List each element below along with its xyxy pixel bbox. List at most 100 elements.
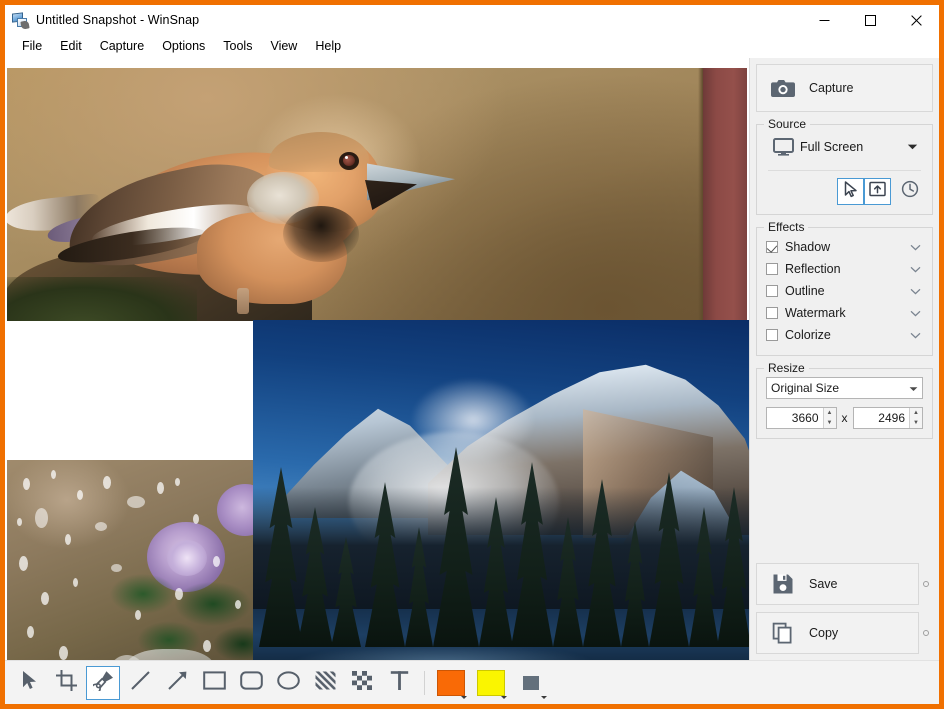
save-row: Save — [756, 563, 933, 605]
yosemite-winter-photo[interactable] — [253, 320, 749, 660]
resize-width-arrows[interactable]: ▲ ▼ — [823, 408, 836, 428]
cursor-arrow-icon — [21, 670, 38, 695]
camera-icon — [757, 78, 809, 99]
copy-options-dot-icon[interactable] — [919, 630, 933, 636]
reflection-expand-chevron-down-icon[interactable] — [907, 266, 923, 273]
arrow-tool[interactable] — [160, 666, 194, 700]
text-tool[interactable] — [382, 666, 416, 700]
source-selector[interactable]: Full Screen — [766, 133, 923, 161]
watermark-expand-chevron-down-icon[interactable] — [907, 310, 923, 317]
source-group: Source Full Screen — [756, 124, 933, 215]
floppy-disk-icon — [757, 573, 809, 595]
colorize-expand-chevron-down-icon[interactable] — [907, 332, 923, 339]
title-bar: Untitled Snapshot - WinSnap — [5, 5, 939, 35]
stepper-down-icon[interactable]: ▼ — [824, 418, 836, 428]
resize-preset-dropdown[interactable]: Original Size — [766, 377, 923, 399]
resize-width-stepper[interactable]: 3660 ▲ ▼ — [766, 407, 837, 429]
rounded-rectangle-icon — [240, 671, 263, 695]
main-body: Capture Source Full Screen — [5, 58, 939, 660]
chevron-down-icon[interactable] — [901, 143, 923, 151]
effect-row-watermark[interactable]: Watermark — [766, 302, 923, 324]
effect-row-outline[interactable]: Outline — [766, 280, 923, 302]
effect-row-reflection[interactable]: Reflection — [766, 258, 923, 280]
foreground-color-picker[interactable] — [433, 666, 469, 700]
window-controls — [801, 5, 939, 35]
pixelate-tool[interactable] — [345, 666, 379, 700]
app-window: Untitled Snapshot - WinSnap File — [0, 0, 944, 709]
hatch-fill-icon — [315, 671, 336, 695]
minimize-button[interactable] — [801, 5, 847, 35]
resize-height-stepper[interactable]: 2496 ▲ ▼ — [853, 407, 924, 429]
colorize-checkbox[interactable] — [766, 329, 778, 341]
colorize-label: Colorize — [785, 328, 907, 342]
menu-item-tools[interactable]: Tools — [214, 36, 261, 56]
effect-row-colorize[interactable]: Colorize — [766, 324, 923, 346]
clock-icon — [901, 180, 919, 203]
shadow-checkbox[interactable] — [766, 241, 778, 253]
rounded-rectangle-tool[interactable] — [234, 666, 268, 700]
rain-glass-roses-photo[interactable] — [7, 460, 257, 660]
line-width-picker[interactable] — [513, 666, 549, 700]
line-width-dropdown-icon[interactable] — [541, 696, 547, 699]
line-tool[interactable] — [123, 666, 157, 700]
menu-item-options[interactable]: Options — [153, 36, 214, 56]
rectangle-icon — [203, 671, 226, 695]
foreground-color-swatch[interactable] — [437, 670, 465, 696]
outline-checkbox[interactable] — [766, 285, 778, 297]
ellipse-icon — [277, 671, 300, 695]
crop-tool[interactable] — [49, 666, 83, 700]
menu-item-help[interactable]: Help — [306, 36, 350, 56]
background-color-swatch[interactable] — [477, 670, 505, 696]
background-color-picker[interactable] — [473, 666, 509, 700]
line-icon — [130, 670, 151, 696]
monitor-icon — [766, 138, 800, 156]
ellipse-tool[interactable] — [271, 666, 305, 700]
outline-expand-chevron-down-icon[interactable] — [907, 288, 923, 295]
background-color-dropdown-icon[interactable] — [501, 696, 507, 699]
foreground-color-dropdown-icon[interactable] — [461, 696, 467, 699]
menu-item-view[interactable]: View — [261, 36, 306, 56]
crop-icon — [56, 670, 77, 696]
include-cursor-toggle[interactable] — [837, 178, 864, 205]
maximize-button[interactable] — [847, 5, 893, 35]
menu-item-capture[interactable]: Capture — [91, 36, 153, 56]
capture-button[interactable]: Capture — [756, 64, 933, 112]
reflection-label: Reflection — [785, 262, 907, 276]
reflection-checkbox[interactable] — [766, 263, 778, 275]
shadow-expand-chevron-down-icon[interactable] — [907, 244, 923, 251]
copy-button[interactable]: Copy — [756, 612, 919, 654]
window-export-icon — [869, 181, 886, 202]
effect-row-shadow[interactable]: Shadow — [766, 236, 923, 258]
toolbar-separator — [424, 671, 425, 695]
checkerboard-icon — [352, 671, 373, 695]
snapshot-canvas[interactable] — [5, 58, 749, 660]
resize-group-legend: Resize — [764, 361, 809, 375]
pen-tool[interactable] — [86, 666, 120, 700]
stepper-down-icon[interactable]: ▼ — [910, 418, 922, 428]
source-divider — [768, 170, 921, 171]
panel-spacer — [756, 439, 933, 556]
hatch-fill-tool[interactable] — [308, 666, 342, 700]
resize-preset-chevron-down-icon[interactable] — [909, 379, 918, 397]
select-tool[interactable] — [12, 666, 46, 700]
line-width-swatch[interactable] — [523, 676, 539, 690]
include-window-shadow-toggle[interactable] — [864, 178, 891, 205]
copy-pages-icon — [757, 622, 809, 644]
menu-item-file[interactable]: File — [13, 36, 51, 56]
menu-item-edit[interactable]: Edit — [51, 36, 91, 56]
arrow-up-right-icon — [167, 670, 188, 696]
hawfinch-bird-photo[interactable] — [7, 68, 747, 321]
stepper-up-icon[interactable]: ▲ — [824, 408, 836, 418]
rectangle-tool[interactable] — [197, 666, 231, 700]
save-options-dot-icon[interactable] — [919, 581, 933, 587]
watermark-checkbox[interactable] — [766, 307, 778, 319]
right-side-panel: Capture Source Full Screen — [749, 58, 939, 660]
save-button[interactable]: Save — [756, 563, 919, 605]
cursor-arrow-icon — [844, 181, 858, 203]
close-button[interactable] — [893, 5, 939, 35]
close-icon — [911, 15, 922, 26]
stepper-up-icon[interactable]: ▲ — [910, 408, 922, 418]
resize-height-arrows[interactable]: ▲ ▼ — [909, 408, 922, 428]
delayed-capture-timer-toggle[interactable] — [896, 178, 923, 205]
window-title: Untitled Snapshot - WinSnap — [36, 13, 199, 27]
